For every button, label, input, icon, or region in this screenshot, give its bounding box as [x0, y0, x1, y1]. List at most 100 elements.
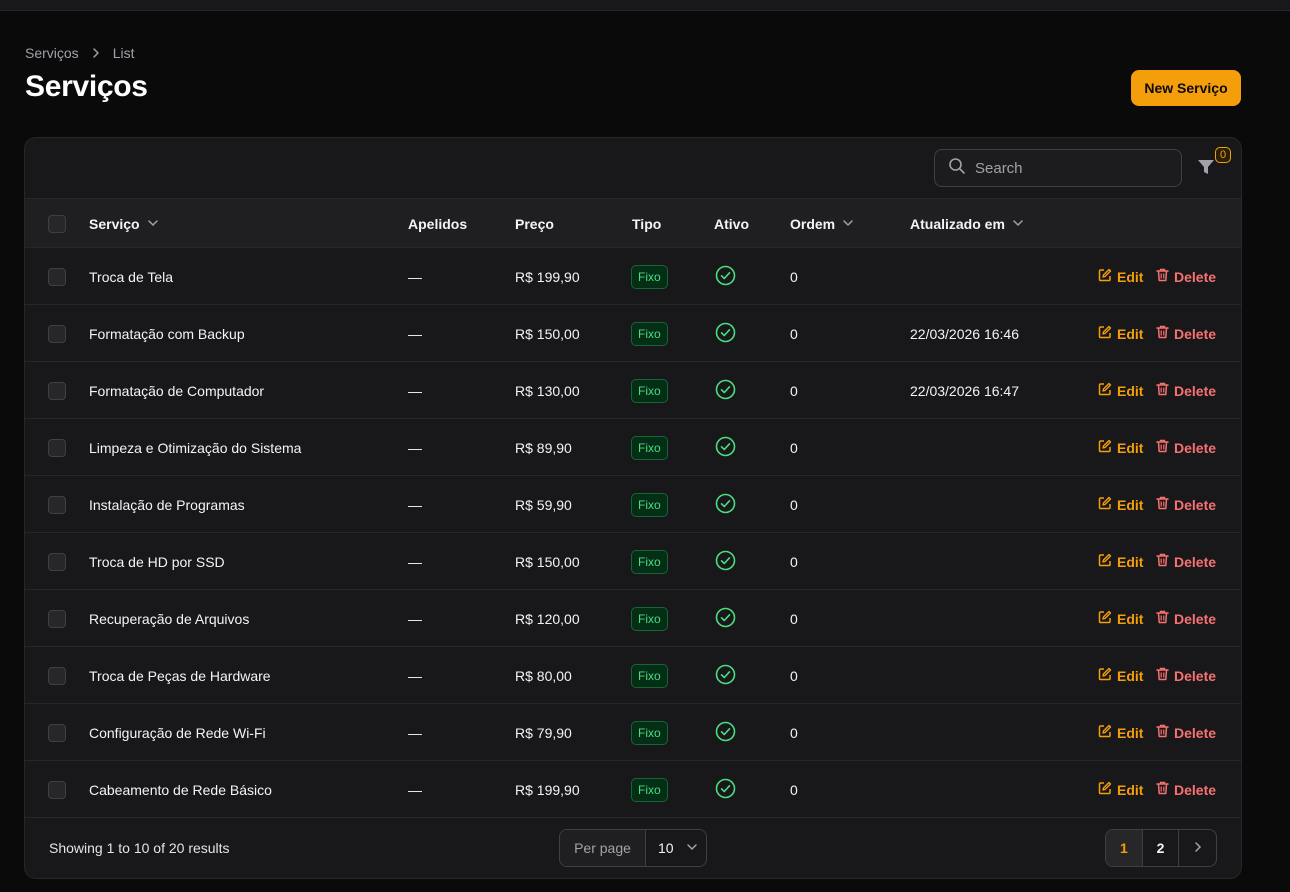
- cell-apelidos: —: [408, 724, 422, 741]
- delete-label: Delete: [1174, 268, 1217, 285]
- cell-ordem: 0: [790, 325, 798, 342]
- trash-icon: [1156, 382, 1169, 399]
- trash-icon: [1156, 325, 1169, 342]
- edit-action[interactable]: Edit: [1098, 305, 1143, 362]
- row-select-cell: [48, 419, 66, 476]
- check-circle-icon: [715, 607, 736, 631]
- row-checkbox[interactable]: [48, 780, 66, 799]
- row-checkbox[interactable]: [48, 381, 66, 400]
- pencil-square-icon: [1098, 268, 1112, 285]
- search-field[interactable]: [934, 149, 1182, 187]
- check-circle-icon: [715, 778, 736, 802]
- breadcrumb-item-list: List: [112, 45, 135, 61]
- row-checkbox[interactable]: [48, 723, 66, 742]
- pencil-square-icon: [1098, 781, 1112, 798]
- edit-action[interactable]: Edit: [1098, 362, 1143, 419]
- delete-action[interactable]: Delete: [1156, 647, 1216, 704]
- select-all-checkbox[interactable]: [48, 214, 66, 233]
- row-checkbox[interactable]: [48, 552, 66, 571]
- delete-action[interactable]: Delete: [1156, 305, 1216, 362]
- per-page-dropdown[interactable]: 10: [646, 830, 706, 866]
- per-page-select[interactable]: Per page 10: [559, 829, 707, 867]
- cell-preco: R$ 59,90: [515, 496, 572, 513]
- cell-tipo: Fixo: [631, 305, 668, 362]
- check-circle-icon: [715, 721, 736, 745]
- delete-action[interactable]: Delete: [1156, 590, 1216, 647]
- delete-action[interactable]: Delete: [1156, 761, 1216, 818]
- check-circle-icon: [715, 436, 736, 460]
- row-checkbox[interactable]: [48, 267, 66, 286]
- tipo-badge: Fixo: [631, 492, 668, 517]
- trash-icon: [1156, 781, 1169, 798]
- row-checkbox[interactable]: [48, 438, 66, 457]
- cell-tipo: Fixo: [631, 419, 668, 476]
- page-1-button[interactable]: 1: [1106, 830, 1143, 866]
- pencil-square-icon: [1098, 610, 1112, 627]
- row-select-cell: [48, 248, 66, 305]
- pagination: 1 2: [1105, 829, 1217, 867]
- edit-action[interactable]: Edit: [1098, 647, 1143, 704]
- row-checkbox[interactable]: [48, 495, 66, 514]
- sort-servico[interactable]: Serviço: [89, 199, 159, 248]
- edit-action[interactable]: Edit: [1098, 248, 1143, 305]
- delete-label: Delete: [1174, 667, 1217, 684]
- edit-action[interactable]: Edit: [1098, 476, 1143, 533]
- page-title: Serviços: [25, 70, 148, 103]
- per-page-label: Per page: [560, 830, 646, 866]
- next-page-button[interactable]: [1179, 830, 1216, 866]
- results-summary: Showing 1 to 10 of 20 results: [49, 840, 230, 856]
- table-row: Troca de HD por SSD — R$ 150,00 Fixo 0 E…: [25, 533, 1241, 590]
- row-select-cell: [48, 590, 66, 647]
- row-checkbox[interactable]: [48, 666, 66, 685]
- cell-servico: Configuração de Rede Wi-Fi: [89, 724, 266, 741]
- delete-label: Delete: [1174, 781, 1217, 798]
- cell-ativo: [715, 248, 736, 305]
- pencil-square-icon: [1098, 439, 1112, 456]
- table-row: Formatação com Backup — R$ 150,00 Fixo 0…: [25, 305, 1241, 362]
- edit-action[interactable]: Edit: [1098, 704, 1143, 761]
- delete-action[interactable]: Delete: [1156, 362, 1216, 419]
- page-2-button[interactable]: 2: [1143, 830, 1180, 866]
- pencil-square-icon: [1098, 325, 1112, 342]
- cell-preco: R$ 199,90: [515, 268, 580, 285]
- edit-action[interactable]: Edit: [1098, 533, 1143, 590]
- new-servico-button[interactable]: New Serviço: [1131, 70, 1241, 106]
- tipo-badge: Fixo: [631, 264, 668, 289]
- delete-action[interactable]: Delete: [1156, 419, 1216, 476]
- sort-ordem[interactable]: Ordem: [790, 199, 854, 248]
- cell-ordem: 0: [790, 667, 798, 684]
- cell-apelidos: —: [408, 268, 422, 285]
- row-checkbox[interactable]: [48, 609, 66, 628]
- cell-ativo: [715, 590, 736, 647]
- cell-ordem: 0: [790, 724, 798, 741]
- check-circle-icon: [715, 550, 736, 574]
- edit-action[interactable]: Edit: [1098, 419, 1143, 476]
- edit-label: Edit: [1117, 268, 1144, 285]
- cell-servico: Cabeamento de Rede Básico: [89, 781, 272, 798]
- cell-tipo: Fixo: [631, 533, 668, 590]
- row-select-cell: [48, 704, 66, 761]
- cell-preco: R$ 150,00: [515, 553, 580, 570]
- delete-action[interactable]: Delete: [1156, 704, 1216, 761]
- edit-label: Edit: [1117, 325, 1144, 342]
- search-input[interactable]: [975, 159, 1165, 177]
- cell-servico: Troca de HD por SSD: [89, 553, 225, 570]
- edit-action[interactable]: Edit: [1098, 761, 1143, 818]
- breadcrumb-item-servicos[interactable]: Serviços: [25, 45, 79, 61]
- cell-ordem: 0: [790, 496, 798, 513]
- trash-icon: [1156, 667, 1169, 684]
- cell-ativo: [715, 647, 736, 704]
- sort-atualizado[interactable]: Atualizado em: [910, 199, 1024, 248]
- chevron-down-icon: [147, 216, 159, 232]
- cell-preco: R$ 150,00: [515, 325, 580, 342]
- edit-action[interactable]: Edit: [1098, 590, 1143, 647]
- delete-action[interactable]: Delete: [1156, 248, 1216, 305]
- delete-action[interactable]: Delete: [1156, 476, 1216, 533]
- trash-icon: [1156, 439, 1169, 456]
- delete-action[interactable]: Delete: [1156, 533, 1216, 590]
- cell-ativo: [715, 704, 736, 761]
- chevron-right-icon: [89, 46, 103, 60]
- cell-tipo: Fixo: [631, 647, 668, 704]
- row-checkbox[interactable]: [48, 324, 66, 343]
- row-select-cell: [48, 305, 66, 362]
